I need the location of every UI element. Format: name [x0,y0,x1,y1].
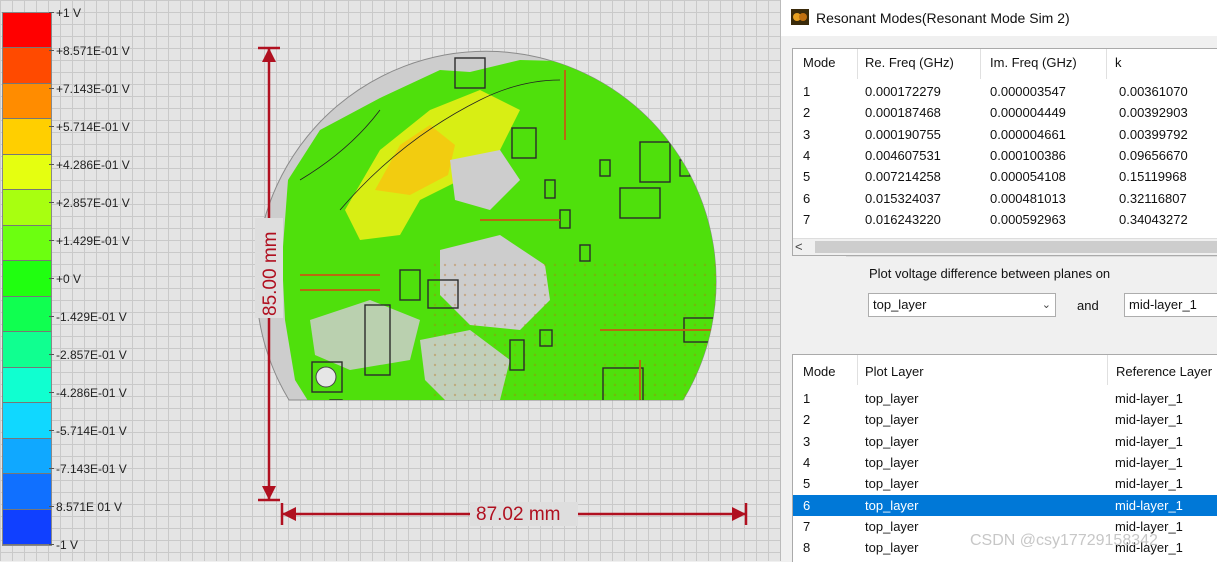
cell-plot-layer: top_layer [865,391,919,406]
and-label: and [1077,298,1099,313]
plane1-value: top_layer [873,297,927,312]
resonant-mode-icon [791,9,809,25]
table-row[interactable]: 2 0.000187468 0.000004449 0.00392903 [793,102,1217,123]
cell-mode: 1 [803,84,811,99]
col-header-mode[interactable]: Mode [803,358,836,386]
cell-im-freq: 0.000004449 [990,105,1066,121]
table-row[interactable]: 4 top_layer mid-layer_1 [793,452,1217,473]
col-header-re-freq[interactable]: Re. Freq (GHz) [865,49,954,77]
width-dimension-label: 87.02 mm [476,504,560,525]
chevron-down-icon: ⌄ [1041,299,1051,311]
resonant-modes-window: Resonant Modes(Resonant Mode Sim 2) Mode… [780,0,1217,562]
plane2-value: mid-layer_1 [1129,297,1197,312]
cell-mode: 2 [803,105,811,121]
cell-mode: 4 [803,454,811,470]
cell-plot-layer: top_layer [865,540,919,556]
cell-k: 0.00399792 [1119,126,1188,142]
table-row[interactable]: 7 0.016243220 0.000592963 0.34043272 [793,209,1217,230]
table-row[interactable]: 3 0.000190755 0.000004661 0.00399792 [793,124,1217,145]
cell-mode: 4 [803,147,811,163]
cell-k: 0.00392903 [1119,105,1188,121]
cell-reference-layer: mid-layer_1 [1115,497,1183,513]
cell-reference-layer: mid-layer_1 [1115,391,1183,406]
cell-k: 0.09656670 [1119,147,1188,163]
plane2-select[interactable]: mid-layer_1 [1124,293,1217,317]
plot-planes-group-label: Plot voltage difference between planes o… [869,266,1111,281]
cell-re-freq: 0.000172279 [865,84,941,99]
cell-mode: 7 [803,211,811,227]
cell-k: 0.00361070 [1119,84,1188,99]
table-row[interactable]: 4 0.004607531 0.000100386 0.09656670 [793,145,1217,166]
table-row[interactable]: 1 0.000172279 0.000003547 0.00361070 [793,81,1217,102]
table-row[interactable]: 6 top_layer mid-layer_1 [793,494,1217,516]
layers-table[interactable]: Mode Plot Layer Reference Layer 1 top_lay… [792,354,1217,562]
cell-plot-layer: top_layer [865,518,919,534]
cell-im-freq: 0.000004661 [990,126,1066,142]
title-bar: Resonant Modes(Resonant Mode Sim 2) [781,0,1217,36]
cell-re-freq: 0.000187468 [865,105,941,121]
scrollbar-thumb[interactable] [815,241,1217,253]
cell-plot-layer: top_layer [865,497,919,513]
cell-re-freq: 0.007214258 [865,169,941,185]
cell-re-freq: 0.016243220 [865,211,941,227]
cell-reference-layer: mid-layer_1 [1115,476,1183,492]
cell-mode: 8 [803,540,811,556]
modes-table[interactable]: Mode Re. Freq (GHz) Im. Freq (GHz) k 1 0.… [792,48,1217,256]
cell-im-freq: 0.000592963 [990,211,1066,227]
cell-mode: 6 [803,497,811,513]
table-row[interactable]: 2 top_layer mid-layer_1 [793,409,1217,430]
cell-reference-layer: mid-layer_1 [1115,433,1183,449]
cell-plot-layer: top_layer [865,476,919,492]
cell-mode: 5 [803,169,811,185]
cell-reference-layer: mid-layer_1 [1115,454,1183,470]
plane1-select[interactable]: top_layer ⌄ [868,293,1056,317]
field-plot-viewport[interactable]: +1 V +8.571E-01 V +7.143E-01 V +5.714E-01 V… [0,0,780,561]
table-row[interactable]: 3 top_layer mid-layer_1 [793,431,1217,452]
horizontal-scrollbar[interactable]: < [793,238,1217,255]
cell-im-freq: 0.000003547 [990,84,1066,99]
col-header-reference-layer[interactable]: Reference Layer [1116,358,1212,386]
cell-plot-layer: top_layer [865,454,919,470]
pcb-board-view: 85.00 mm 87.02 mm [255,46,748,526]
window-title: Resonant Modes(Resonant Mode Sim 2) [816,10,1070,26]
mount-hole [315,366,337,388]
cell-k: 0.34043272 [1119,211,1188,227]
cell-im-freq: 0.000100386 [990,147,1066,163]
watermark: CSDN @csy17729158342 [970,532,1158,549]
cell-mode: 5 [803,476,811,492]
col-header-mode[interactable]: Mode [803,49,836,77]
cell-im-freq: 0.000481013 [990,190,1066,206]
cell-plot-layer: top_layer [865,433,919,449]
table-row[interactable]: 5 top_layer mid-layer_1 [793,473,1217,494]
cell-mode: 6 [803,190,811,206]
scroll-left-arrow-icon[interactable]: < [795,239,809,255]
cell-mode: 3 [803,433,811,449]
col-header-plot-layer[interactable]: Plot Layer [865,358,924,386]
cell-reference-layer: mid-layer_1 [1115,412,1183,428]
cell-mode: 7 [803,518,811,534]
table-row[interactable]: 1 top_layer mid-layer_1 [793,388,1217,409]
cell-plot-layer: top_layer [865,412,919,428]
cell-re-freq: 0.000190755 [865,126,941,142]
height-dimension-label: 85.00 mm [260,232,281,316]
cell-k: 0.32116807 [1119,190,1187,206]
cell-re-freq: 0.015324037 [865,190,941,206]
table-row[interactable]: 6 0.015324037 0.000481013 0.32116807 [793,188,1217,209]
cell-im-freq: 0.000054108 [990,169,1066,185]
cell-mode: 1 [803,391,811,406]
col-header-im-freq[interactable]: Im. Freq (GHz) [990,49,1077,77]
cell-re-freq: 0.004607531 [865,147,941,163]
col-header-k[interactable]: k [1115,49,1122,77]
table-row[interactable]: 5 0.007214258 0.000054108 0.15119968 [793,166,1217,187]
cell-k: 0.15119968 [1119,169,1187,185]
cell-mode: 3 [803,126,811,142]
cell-mode: 2 [803,412,811,428]
